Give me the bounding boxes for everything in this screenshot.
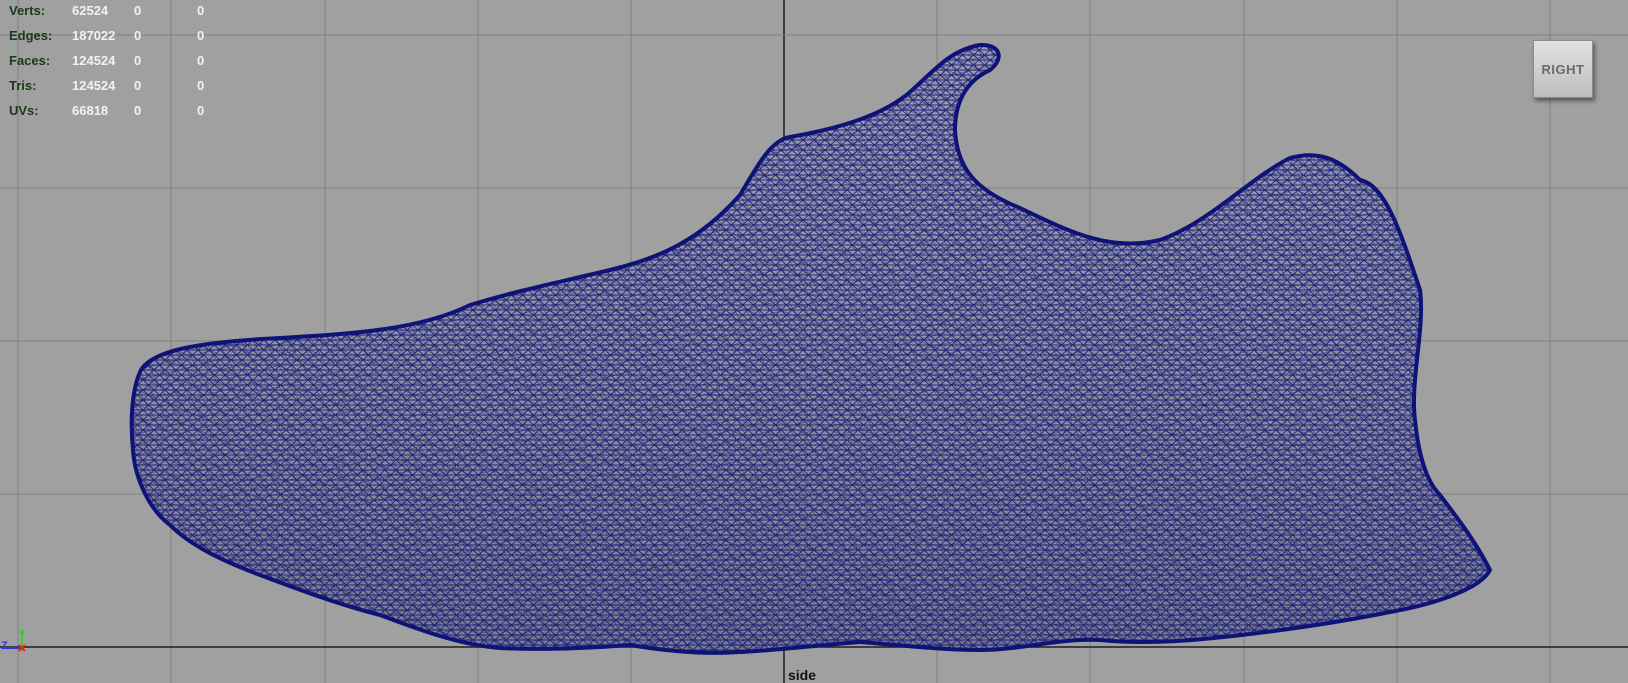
- view-cube-right[interactable]: RIGHT: [1533, 40, 1593, 98]
- hud-value-total: 124524: [72, 78, 116, 93]
- hud-value-total: 187022: [72, 28, 116, 43]
- hud-value-extra: 0: [197, 28, 205, 43]
- hud-value-selected: 0: [134, 53, 142, 68]
- axis-gizmo: Z Y: [0, 626, 30, 656]
- hud-value-selected: 0: [134, 78, 142, 93]
- hud-value-total: 62524: [72, 3, 109, 18]
- viewport-canvas[interactable]: [0, 0, 1628, 683]
- hud-value-selected: 0: [134, 28, 142, 43]
- hud-label: Faces:: [9, 53, 51, 68]
- hud-value-extra: 0: [197, 78, 205, 93]
- shoe-mesh-wireframe[interactable]: [100, 30, 1520, 660]
- hud-value-total: 66818: [72, 103, 109, 118]
- hud-value-total: 124524: [72, 53, 116, 68]
- hud-label: UVs:: [9, 103, 39, 118]
- hud-label: Tris:: [9, 78, 37, 93]
- hud-value-extra: 0: [197, 103, 205, 118]
- viewport-side[interactable]: Verts: 62524 0 0 Edges: 187022 0 0 Faces: 124524 0…: [0, 0, 1628, 683]
- hud-label: Edges:: [9, 28, 53, 43]
- camera-name-label: side: [788, 667, 817, 683]
- hud-value-selected: 0: [134, 103, 142, 118]
- axis-z-label: Z: [1, 640, 8, 652]
- axis-y-arrow: [19, 628, 25, 634]
- hud-value-selected: 0: [134, 3, 142, 18]
- hud-value-extra: 0: [197, 3, 205, 18]
- hud-value-extra: 0: [197, 53, 205, 68]
- hud-label: Verts:: [9, 3, 46, 18]
